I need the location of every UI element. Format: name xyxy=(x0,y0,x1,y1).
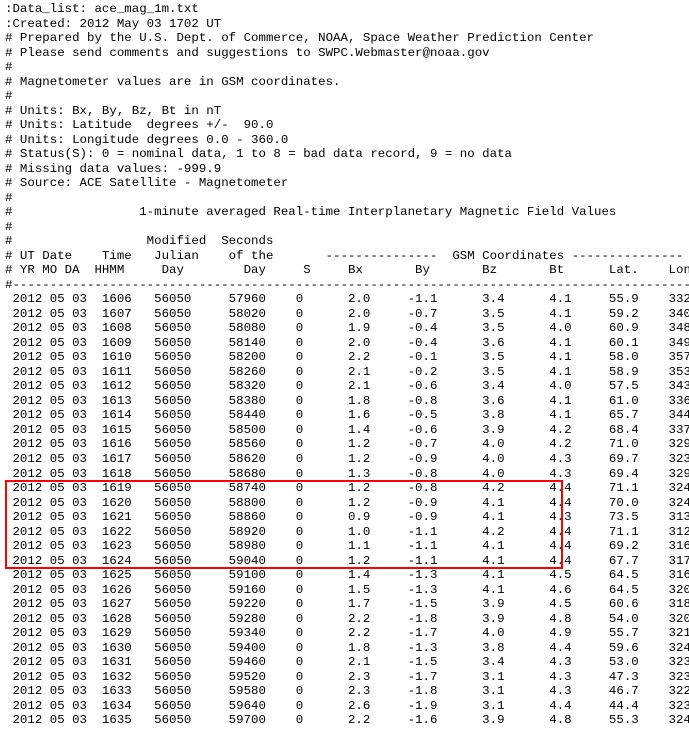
file-contents: :Data_list: ace_mag_1m.txt :Created: 201… xyxy=(5,2,689,728)
text-file-viewer[interactable]: :Data_list: ace_mag_1m.txt :Created: 201… xyxy=(0,0,689,753)
